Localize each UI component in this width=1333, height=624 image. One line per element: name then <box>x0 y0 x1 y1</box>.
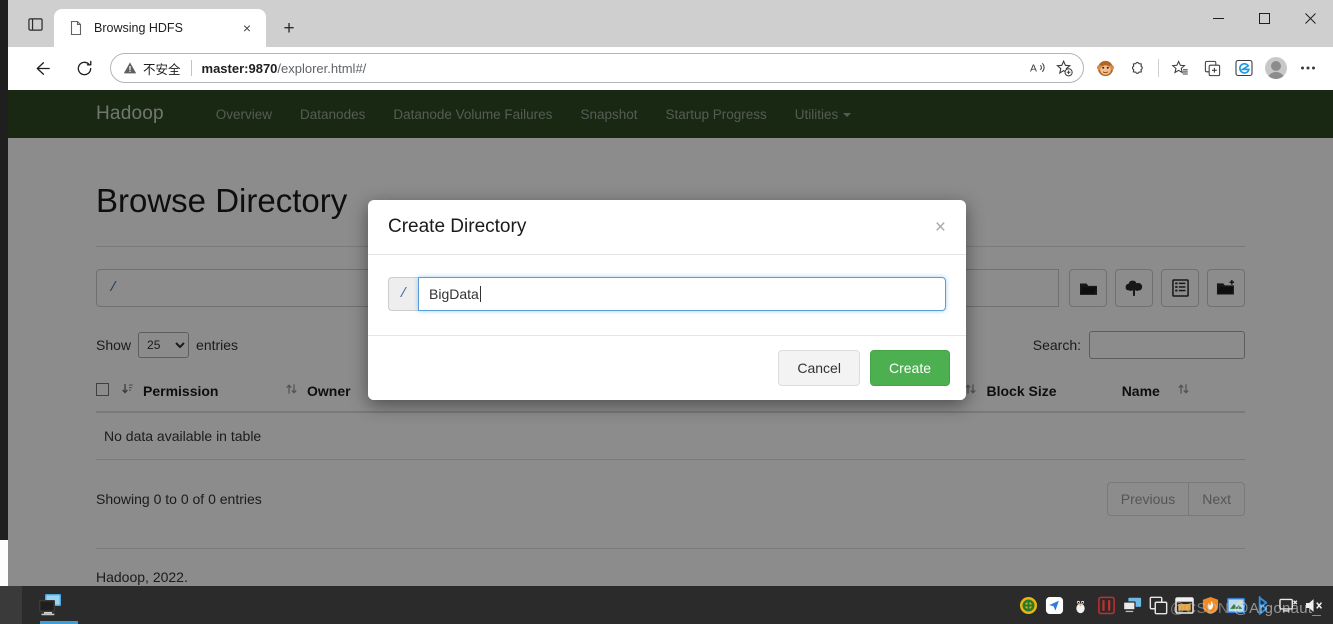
text-cursor <box>479 286 481 302</box>
page-viewport: Hadoop Overview Datanodes Datanode Volum… <box>8 90 1333 586</box>
url-path: /explorer.html#/ <box>277 60 367 76</box>
close-button[interactable] <box>1287 0 1333 36</box>
avatar <box>1265 57 1287 79</box>
close-icon[interactable]: × <box>935 218 946 237</box>
directory-name-input[interactable]: BigData <box>418 277 946 311</box>
omnibox[interactable]: 不安全 master:9870/explorer.html#/ A <box>110 53 1084 83</box>
security-label: 不安全 <box>143 62 181 77</box>
red-app-icon[interactable] <box>1095 594 1117 616</box>
browser-toolbar-icons <box>1090 53 1323 83</box>
omnibox-divider <box>190 60 192 76</box>
directory-name-input-group: / BigData <box>388 277 946 311</box>
url-text: master:9870/explorer.html#/ <box>202 61 1025 76</box>
url-host: master:9870 <box>201 60 278 76</box>
add-favorite-icon[interactable] <box>1051 55 1077 81</box>
collections-icon[interactable] <box>1197 53 1227 83</box>
security-status[interactable]: 不安全 <box>123 59 181 78</box>
modal-header: Create Directory × <box>368 200 966 255</box>
reload-button[interactable] <box>68 52 100 84</box>
back-button[interactable] <box>26 52 58 84</box>
warning-triangle-icon <box>123 61 137 75</box>
read-aloud-icon[interactable]: A <box>1025 55 1051 81</box>
svg-text:A: A <box>1030 63 1037 74</box>
browser-tab[interactable]: Browsing HDFS × <box>54 9 266 47</box>
modal-body: / BigData <box>368 255 966 335</box>
path-prefix-addon: / <box>388 277 418 311</box>
toolbar-divider <box>1158 59 1159 77</box>
tab-strip: Browsing HDFS × + <box>8 0 1333 47</box>
taskbar-left-edge <box>0 586 22 624</box>
modal-footer: Cancel Create <box>368 335 966 400</box>
window-controls <box>1195 0 1333 36</box>
windows-taskbar: @CSDN @Argonaut_ <box>0 586 1333 624</box>
new-tab-button[interactable]: + <box>274 13 304 43</box>
maximize-button[interactable] <box>1241 0 1287 36</box>
create-button[interactable]: Create <box>869 350 950 386</box>
profile-avatar-icon[interactable] <box>1261 53 1291 83</box>
tab-search-icon[interactable] <box>16 5 54 43</box>
close-icon[interactable]: × <box>236 17 258 39</box>
settings-and-more-icon[interactable] <box>1293 53 1323 83</box>
directory-name-value: BigData <box>429 286 479 302</box>
remote-desktop-tray-icon[interactable] <box>1121 594 1143 616</box>
browser-window: Browsing HDFS × + 不安全 master:9870/explor… <box>8 0 1333 586</box>
create-directory-modal: Create Directory × / BigData Cancel Crea… <box>368 200 966 400</box>
copy-windows-icon[interactable] <box>1147 594 1169 616</box>
minimize-button[interactable] <box>1195 0 1241 36</box>
update-icon[interactable] <box>1017 594 1039 616</box>
address-bar: 不安全 master:9870/explorer.html#/ A <box>8 47 1333 90</box>
tab-title: Browsing HDFS <box>94 21 183 35</box>
extensions-puzzle-icon[interactable] <box>1122 53 1152 83</box>
cancel-button[interactable]: Cancel <box>778 350 860 386</box>
modal-title: Create Directory <box>388 216 527 237</box>
taskbar-app-remote-desktop[interactable] <box>22 586 78 624</box>
qq-penguin-icon[interactable] <box>1069 594 1091 616</box>
messenger-icon[interactable] <box>1043 594 1065 616</box>
page-icon <box>68 20 84 36</box>
bluetooth-icon[interactable] <box>1251 594 1273 616</box>
hdfs-explorer-page: Hadoop Overview Datanodes Datanode Volum… <box>8 90 1333 586</box>
favorites-icon[interactable] <box>1165 53 1195 83</box>
network-icon[interactable] <box>1277 594 1299 616</box>
shield-flame-icon[interactable] <box>1199 594 1221 616</box>
screenshot-icon[interactable] <box>1225 594 1247 616</box>
system-tray <box>1017 594 1333 616</box>
volume-mute-icon[interactable] <box>1303 594 1325 616</box>
window-icon[interactable] <box>1173 594 1195 616</box>
monkey-extension-icon[interactable] <box>1090 53 1120 83</box>
internet-explorer-mode-icon[interactable] <box>1229 53 1259 83</box>
